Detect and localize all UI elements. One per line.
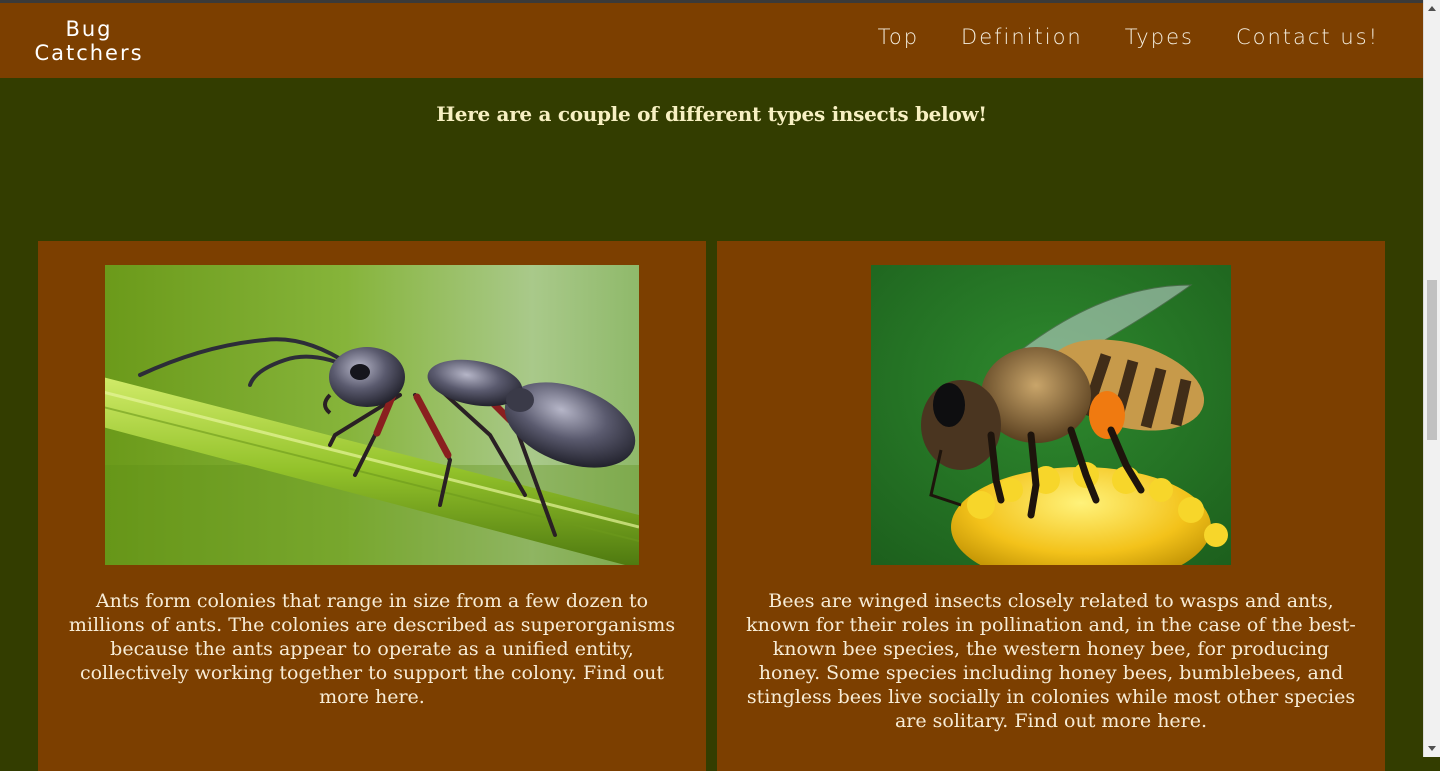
ant-photo: [105, 265, 639, 565]
insect-card-bee: Bees are winged insects closely related …: [717, 241, 1385, 771]
nav-links: Top Definition Types Contact us!: [836, 25, 1379, 49]
nav-link-contact[interactable]: Contact us!: [1236, 25, 1379, 49]
scroll-down-arrow-icon[interactable]: [1428, 746, 1436, 751]
nav-link-types[interactable]: Types: [1125, 25, 1194, 49]
brand-logo[interactable]: Bug Catchers: [30, 17, 148, 65]
scroll-up-arrow-icon[interactable]: [1428, 6, 1436, 11]
navbar: Bug Catchers Top Definition Types Contac…: [0, 3, 1423, 78]
bee-description: Bees are winged insects closely related …: [746, 590, 1356, 732]
scroll-thumb[interactable]: [1427, 280, 1437, 440]
section-heading: Here are a couple of different types ins…: [436, 102, 987, 126]
bee-photo: [871, 265, 1231, 565]
insect-card-ant: Ants form colonies that range in size fr…: [38, 241, 706, 771]
nav-link-definition[interactable]: Definition: [961, 25, 1083, 49]
page-scrollbar[interactable]: [1423, 0, 1440, 757]
ant-description: Ants form colonies that range in size fr…: [68, 590, 676, 708]
nav-link-top[interactable]: Top: [878, 25, 919, 49]
